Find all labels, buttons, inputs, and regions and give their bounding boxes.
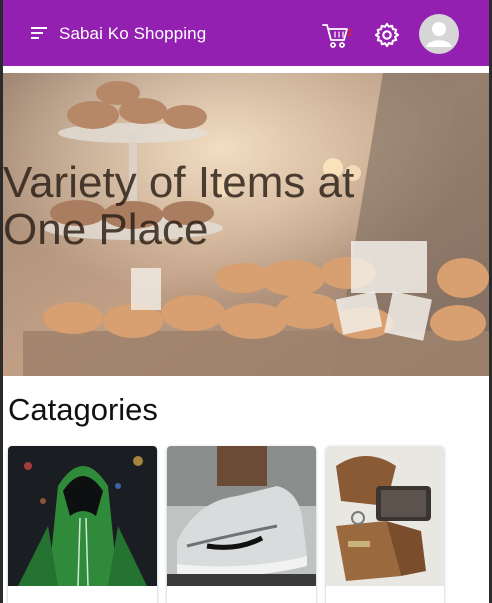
gear-icon[interactable] xyxy=(373,21,401,49)
hero-title: Variety of Items at One Place xyxy=(3,158,355,254)
sneaker-photo xyxy=(167,446,316,586)
person-icon xyxy=(426,22,452,47)
app-window: Sabai Ko Shopping 1 Variety of Items at … xyxy=(3,0,489,603)
hero-banner: Variety of Items at One Place xyxy=(3,73,489,376)
avatar[interactable] xyxy=(419,14,459,54)
app-title: Sabai Ko Shopping xyxy=(59,24,207,43)
categories-heading: Catagories xyxy=(8,392,158,427)
category-card-hoodie[interactable] xyxy=(8,446,157,603)
category-card-shoes[interactable] xyxy=(167,446,316,603)
app-bar: Sabai Ko Shopping 1 xyxy=(3,0,489,66)
category-card-accessories[interactable] xyxy=(326,446,444,603)
leather-bag-photo xyxy=(326,446,444,586)
sort-menu-icon[interactable] xyxy=(29,23,49,43)
green-hoodie-photo xyxy=(8,446,157,586)
cart-count-badge: 1 xyxy=(347,28,353,39)
